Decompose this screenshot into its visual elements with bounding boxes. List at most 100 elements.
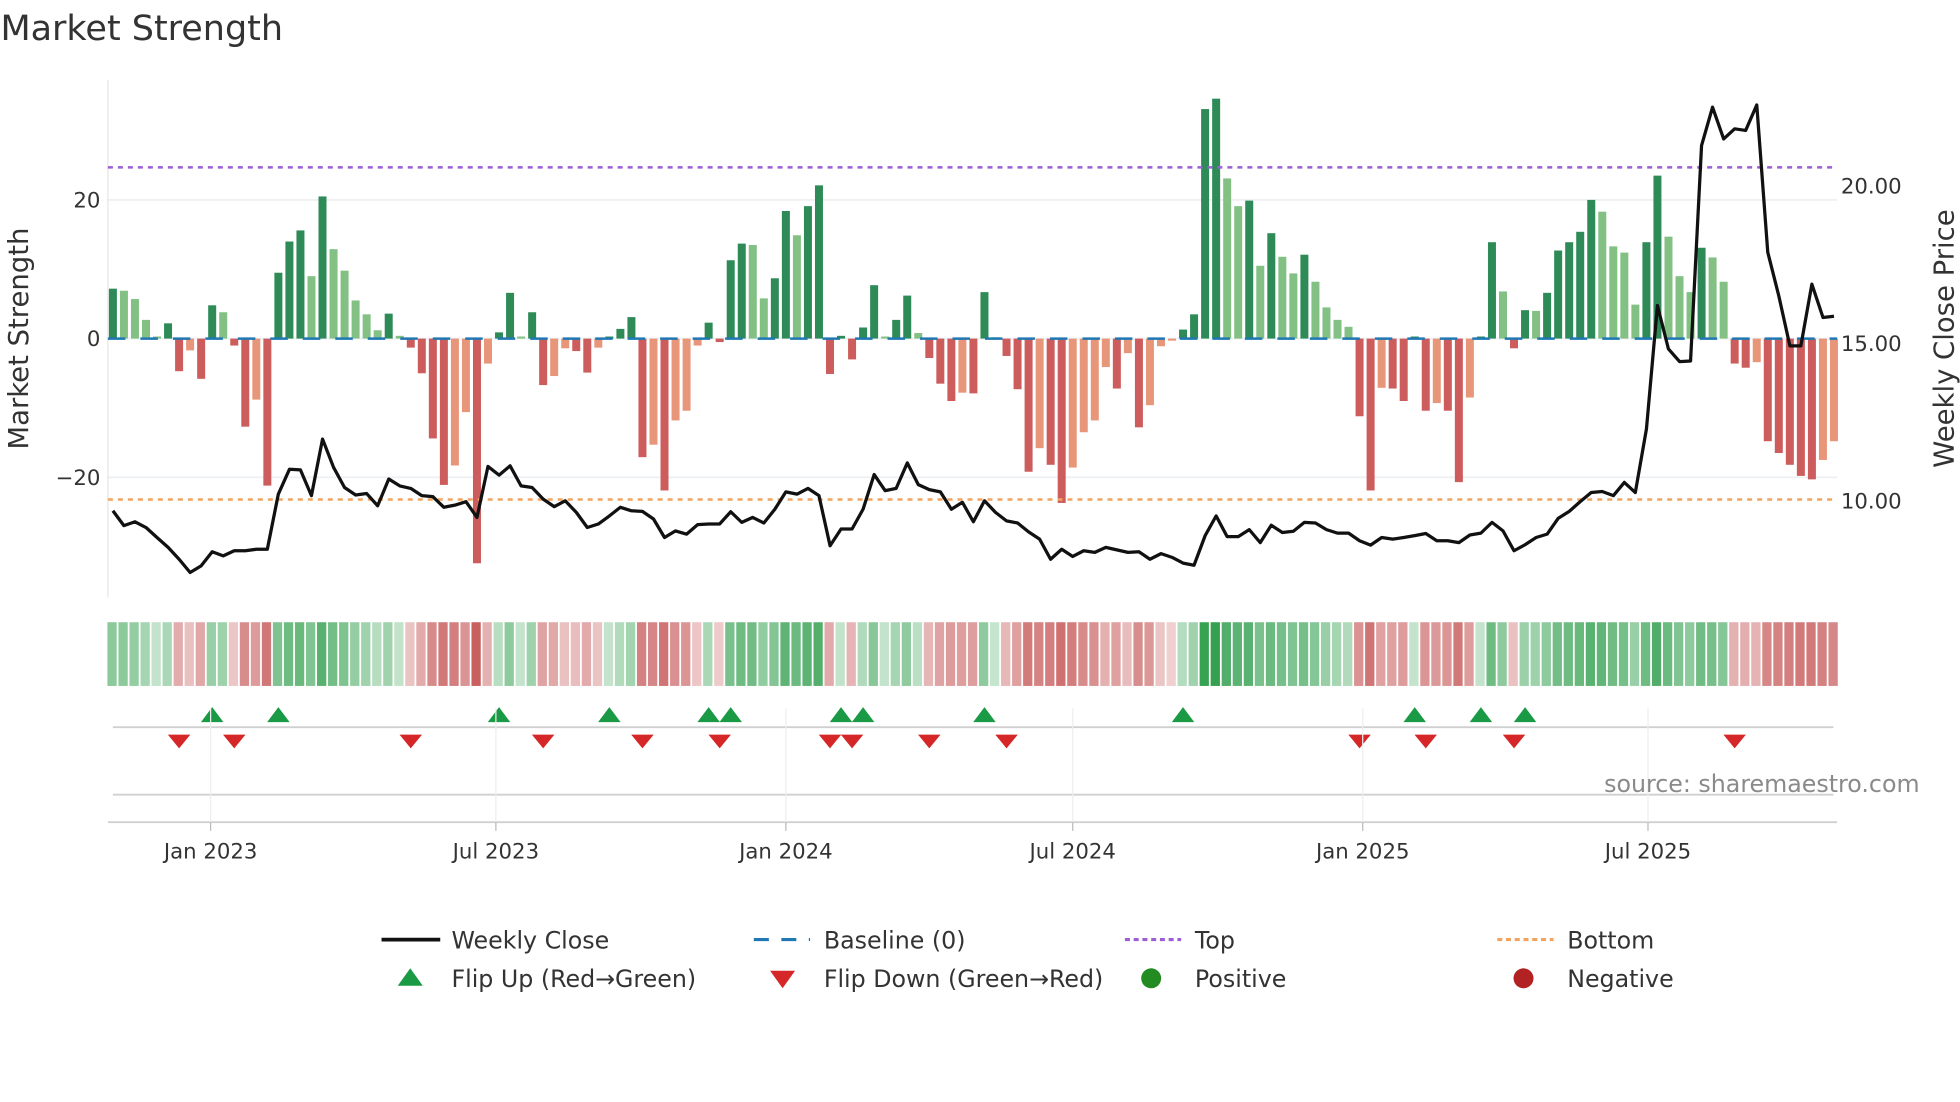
heat-cell: [526, 622, 536, 686]
heat-cell: [1828, 622, 1838, 686]
positive-bar: [296, 230, 305, 339]
y-axis-ticks: 20 0 −20: [56, 188, 101, 490]
heat-cell: [1431, 622, 1441, 686]
heat-cell: [1387, 622, 1397, 686]
negative-bar: [1101, 338, 1110, 368]
positive-bar: [704, 322, 713, 339]
flip-down-marker: [223, 734, 246, 749]
negative-bar: [958, 338, 967, 393]
positive-bar: [506, 292, 515, 339]
heat-cell: [383, 622, 393, 686]
negative-bar: [1741, 338, 1750, 368]
heat-cell: [482, 622, 492, 686]
heat-cell: [1784, 622, 1794, 686]
heat-cell: [1298, 622, 1309, 686]
heat-cell: [1111, 622, 1121, 686]
heat-cell: [780, 622, 790, 686]
positive-bar: [1245, 200, 1254, 339]
negative-bar: [969, 338, 978, 394]
positive-bar: [892, 319, 901, 339]
heat-cell: [1056, 622, 1066, 686]
negative-bar: [1002, 338, 1011, 356]
heat-cell: [1696, 622, 1706, 686]
positive-bar: [130, 299, 139, 339]
positive-bar: [1201, 109, 1210, 339]
heat-cell: [1618, 622, 1629, 686]
negative-bar: [428, 338, 437, 439]
heat-cell: [1751, 622, 1761, 686]
flip-up-marker: [487, 707, 511, 723]
negative-bar: [1123, 338, 1132, 354]
negative-bar: [472, 338, 481, 564]
heat-cell: [228, 622, 239, 686]
positive-bar: [859, 327, 868, 339]
heat-cell: [1806, 622, 1816, 686]
legend-item-flip-up: Flip Up (Red→Green): [397, 965, 696, 993]
heat-cell: [339, 622, 349, 686]
triangle-down-icon: [770, 970, 796, 989]
heat-cell: [1001, 622, 1011, 686]
heat-cell: [592, 622, 603, 686]
heat-cell: [1674, 622, 1684, 686]
flip-down-marker: [840, 734, 864, 749]
heat-cell: [614, 622, 625, 686]
positive-bar: [384, 313, 393, 339]
heat-cell: [1718, 622, 1728, 686]
positive-bar: [1179, 329, 1188, 339]
heat-cell: [603, 622, 614, 686]
negative-bar: [682, 338, 691, 411]
flip-down-marker: [399, 734, 423, 749]
heat-cell: [923, 622, 934, 686]
negative-bar: [1399, 338, 1408, 402]
positive-bar: [726, 260, 735, 339]
heat-cell: [857, 622, 867, 686]
heat-cell: [1078, 622, 1088, 686]
flip-up-marker: [829, 707, 853, 723]
negative-bar: [439, 338, 448, 485]
heat-cell: [537, 622, 547, 686]
heat-cell: [1464, 622, 1474, 686]
negative-bar: [1730, 338, 1739, 364]
heat-cell: [1265, 622, 1276, 686]
negative-bar: [1443, 338, 1452, 411]
heat-cell: [1541, 622, 1551, 686]
negative-bar: [936, 338, 945, 384]
heat-cell: [449, 622, 459, 686]
negative-bar: [1355, 338, 1364, 417]
legend-item-baseline: Baseline (0): [753, 926, 966, 954]
heat-cell: [1497, 622, 1507, 686]
flip-down-marker: [818, 734, 842, 749]
heat-cell: [802, 622, 812, 686]
positive-bar: [1487, 242, 1496, 339]
negative-bar: [263, 338, 272, 486]
heat-cell: [1662, 622, 1673, 686]
positive-bar: [108, 288, 117, 339]
positive-bar: [285, 241, 294, 339]
strength-heat-strip: [107, 622, 1838, 686]
positive-bar: [1333, 319, 1342, 339]
legend-item-positive: Positive: [1141, 965, 1286, 993]
negative-bar: [561, 338, 570, 349]
y2-tick-label: 10.00: [1841, 490, 1902, 515]
positive-bar: [119, 290, 128, 339]
positive-bar: [1234, 206, 1243, 339]
heat-cell: [703, 622, 713, 686]
negative-bar: [1377, 338, 1386, 388]
heat-cell: [1740, 622, 1750, 686]
positive-bar: [1543, 292, 1552, 339]
heat-cell: [1640, 622, 1651, 686]
flip-up-marker: [697, 707, 720, 723]
heat-cell: [670, 622, 680, 686]
heat-cell: [912, 622, 923, 686]
positive-bar: [1664, 236, 1673, 339]
heat-cell: [824, 622, 834, 686]
positive-bar: [1212, 98, 1221, 339]
negative-bar: [583, 338, 592, 373]
heat-cell: [659, 622, 669, 686]
negative-bar: [186, 338, 195, 351]
heat-cell: [791, 622, 801, 686]
legend-item-negative: Negative: [1513, 965, 1674, 993]
heat-cell: [868, 622, 878, 686]
legend-label: Flip Up (Red→Green): [451, 965, 696, 993]
y-axis-label: Market Strength: [3, 228, 35, 450]
